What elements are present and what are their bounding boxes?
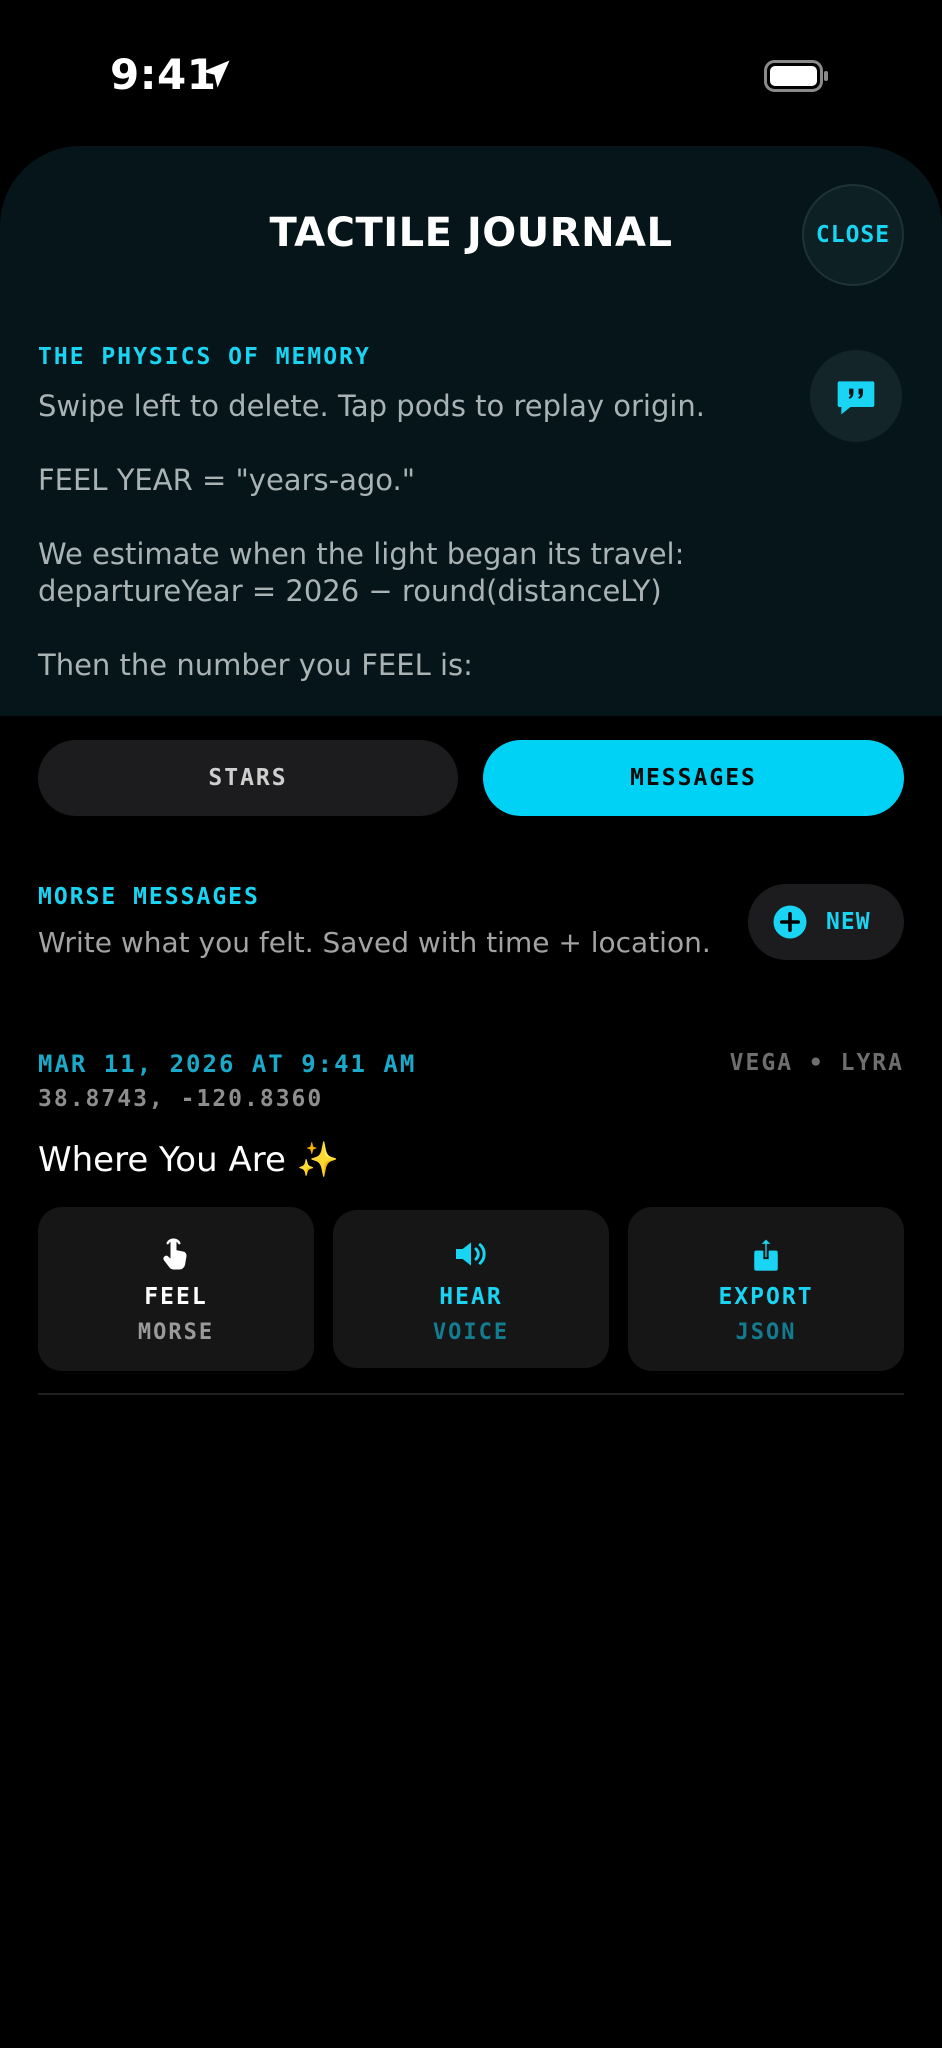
hand-tap-icon — [163, 1238, 187, 1269]
speaker-icon — [456, 1241, 486, 1266]
tab-messages[interactable]: MESSAGES — [483, 740, 904, 816]
sheet-title: TACTILE JOURNAL — [269, 210, 673, 256]
info-sheet: TACTILE JOURNAL CLOSE THE PHYSICS OF MEM… — [0, 146, 942, 716]
morse-subtitle: Write what you felt. Saved with time + l… — [38, 926, 711, 959]
export-label: EXPORT — [718, 1283, 814, 1310]
location-arrow-icon — [202, 60, 230, 88]
body-line: FEEL YEAR = "years-ago." — [38, 463, 416, 497]
hear-voice-button[interactable]: HEAR VOICE — [333, 1210, 609, 1368]
close-button[interactable]: CLOSE — [802, 184, 904, 286]
morse-section-title: MORSE MESSAGES — [38, 884, 260, 910]
entry-star: VEGA • LYRA — [729, 1050, 904, 1076]
hear-sub: VOICE — [432, 1319, 510, 1345]
body-line: Swipe left to delete. Tap pods to replay… — [38, 389, 706, 423]
feel-label: FEEL — [144, 1283, 208, 1310]
export-sub: JSON — [735, 1319, 797, 1345]
share-icon — [754, 1236, 778, 1271]
status-bar: 9:41 — [0, 0, 942, 150]
feel-sub: MORSE — [137, 1319, 215, 1345]
new-button-label: NEW — [826, 909, 871, 935]
body-line: We estimate when the light began its tra… — [38, 537, 685, 608]
battery-icon — [764, 60, 828, 92]
sheet-body: Swipe left to delete. Tap pods to replay… — [38, 388, 858, 716]
divider — [38, 1393, 904, 1395]
body-line: Then the number you FEEL is: — [38, 648, 473, 682]
plus-circle-icon — [773, 905, 807, 939]
section-label: THE PHYSICS OF MEMORY — [38, 344, 371, 370]
new-message-button[interactable]: NEW — [748, 884, 904, 960]
entry-date: MAR 11, 2026 AT 9:41 AM — [38, 1050, 417, 1078]
hear-label: HEAR — [439, 1283, 503, 1310]
export-json-button[interactable]: EXPORT JSON — [628, 1207, 904, 1371]
entry-title: Where You Are ✨ — [38, 1140, 340, 1180]
airplane-icon — [706, 56, 748, 98]
feel-morse-button[interactable]: FEEL MORSE — [38, 1207, 314, 1371]
tab-stars[interactable]: STARS — [38, 740, 458, 816]
entry-coordinates: 38.8743, -120.8360 — [38, 1086, 324, 1112]
